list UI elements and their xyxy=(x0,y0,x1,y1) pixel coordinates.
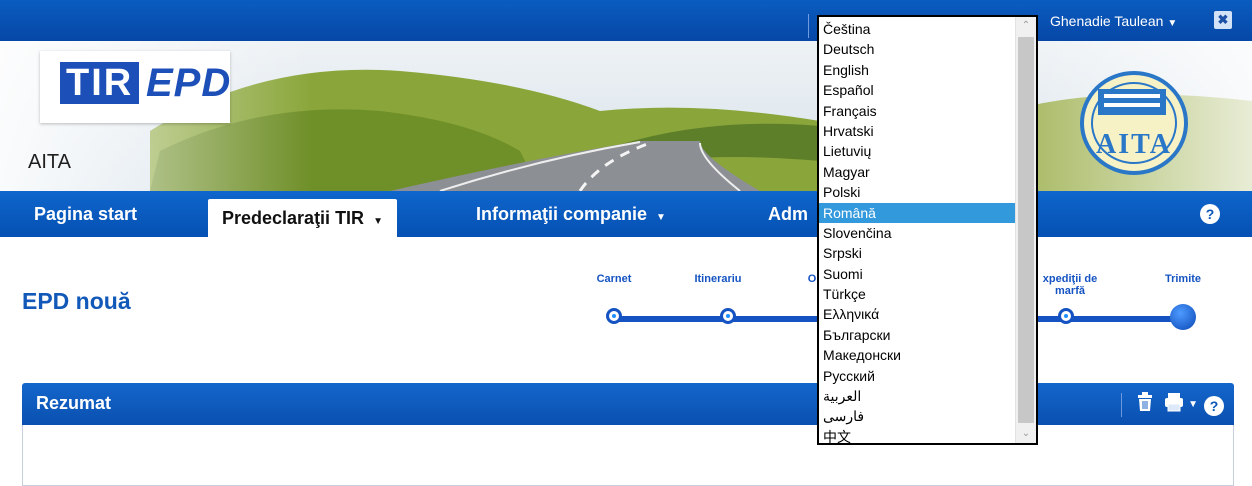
summary-panel-body xyxy=(22,425,1234,486)
company-name: AITA xyxy=(28,151,71,173)
print-icon[interactable] xyxy=(1164,392,1184,418)
top-divider xyxy=(808,14,809,38)
chevron-down-icon: ▼ xyxy=(1167,18,1178,29)
language-option[interactable]: Ελληνικά xyxy=(819,304,1018,324)
wizard-progress: Carnet Itinerariu O xpediţii de marfă Tr… xyxy=(0,260,1252,360)
scroll-down-icon[interactable]: ⌄ xyxy=(1016,425,1036,443)
panel-help-button[interactable]: ? xyxy=(1204,393,1224,417)
help-icon: ? xyxy=(1200,204,1220,224)
language-option-selected[interactable]: Română xyxy=(819,202,1018,223)
help-button[interactable]: ? xyxy=(1200,204,1220,224)
wizard-step-label[interactable]: Carnet xyxy=(597,273,632,285)
language-option[interactable]: Български xyxy=(819,325,1018,345)
language-option[interactable]: Deutsch xyxy=(819,39,1018,59)
nav-home-label: Pagina start xyxy=(34,204,138,224)
wizard-step-label[interactable]: O xyxy=(808,273,817,285)
wizard-step-label[interactable]: Itinerariu xyxy=(694,273,741,285)
language-option[interactable]: Čeština xyxy=(819,19,1018,39)
wizard-step-dot[interactable] xyxy=(1058,308,1074,324)
user-menu[interactable]: Ghenadie Taulean ▼ xyxy=(1050,13,1177,29)
user-name: Ghenadie Taulean xyxy=(1050,13,1164,29)
language-option[interactable]: Suomi xyxy=(819,264,1018,284)
language-option[interactable]: Polski xyxy=(819,182,1018,202)
wizard-step-dot[interactable] xyxy=(606,308,622,324)
wizard-step-current-dot[interactable] xyxy=(1170,304,1196,330)
help-icon: ? xyxy=(1204,396,1224,416)
language-option[interactable]: Македонски xyxy=(819,345,1018,365)
logo-epd-text: EPD xyxy=(146,61,232,105)
language-option[interactable]: English xyxy=(819,60,1018,80)
language-option[interactable]: Lietuvių xyxy=(819,141,1018,161)
close-icon[interactable]: ✖ xyxy=(1214,11,1232,29)
nav-admin[interactable]: Adm xyxy=(768,191,808,237)
language-option[interactable]: Français xyxy=(819,101,1018,121)
nav-company-label: Informaţii companie xyxy=(476,204,648,224)
language-option[interactable]: 中文 xyxy=(819,427,1018,443)
toolbar-divider xyxy=(1121,393,1123,417)
nav-tir-label: Predeclaraţii TIR xyxy=(222,208,365,228)
trash-icon[interactable] xyxy=(1136,392,1154,418)
nav-tir-predeclarations[interactable]: Predeclaraţii TIR ▼ xyxy=(208,199,397,239)
main-nav: Pagina start Predeclaraţii TIR ▼ Informa… xyxy=(0,191,1252,239)
header-banner: TIR EPD AITA AITA xyxy=(0,41,1252,191)
panel-title: Rezumat xyxy=(36,393,112,413)
language-option[interactable]: Español xyxy=(819,80,1018,100)
nav-admin-label: Adm xyxy=(768,204,808,224)
chevron-down-icon: ▼ xyxy=(656,212,666,223)
scroll-up-icon[interactable]: ⌃ xyxy=(1016,17,1036,35)
wizard-step-dot[interactable] xyxy=(720,308,736,324)
language-option[interactable]: Hrvatski xyxy=(819,121,1018,141)
language-option[interactable]: Slovenčina xyxy=(819,223,1018,243)
chevron-down-icon: ▼ xyxy=(373,216,383,227)
language-option[interactable]: Русский xyxy=(819,366,1018,386)
top-bar: Ghenadie Taulean ▼ ✖ xyxy=(0,0,1252,41)
logo-tir-text: TIR xyxy=(60,62,140,104)
language-dropdown-list[interactable]: Čeština Deutsch English Español Français… xyxy=(817,15,1038,445)
dropdown-scrollbar[interactable]: ⌃ ⌄ xyxy=(1015,17,1036,443)
language-option[interactable]: Srpski xyxy=(819,243,1018,263)
language-option[interactable]: العربية xyxy=(819,386,1018,406)
nav-home[interactable]: Pagina start xyxy=(34,191,137,237)
language-option[interactable]: Türkçe xyxy=(819,284,1018,304)
print-options-chevron-icon[interactable]: ▼ xyxy=(1188,393,1198,417)
summary-panel-header: Rezumat ▼ ? xyxy=(22,383,1234,425)
scrollbar-thumb[interactable] xyxy=(1018,37,1034,423)
language-option[interactable]: فارسی xyxy=(819,406,1018,426)
aita-logo-text: AITA xyxy=(1096,129,1172,160)
panel-toolbar: ▼ ? xyxy=(1121,392,1224,418)
nav-company-info[interactable]: Informaţii companie ▼ xyxy=(476,191,666,237)
wizard-step-label[interactable]: Trimite xyxy=(1165,273,1201,285)
language-option[interactable]: Magyar xyxy=(819,162,1018,182)
tir-epd-logo[interactable]: TIR EPD xyxy=(40,51,230,123)
wizard-step-label[interactable]: xpediţii de marfă xyxy=(1030,273,1110,297)
